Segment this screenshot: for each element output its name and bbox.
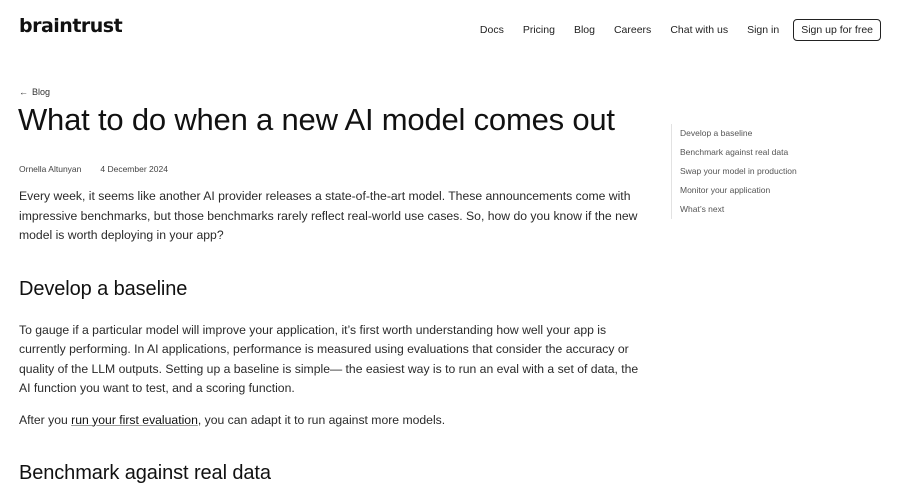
- arrow-left-icon: ←: [19, 87, 28, 97]
- nav-careers[interactable]: Careers: [614, 24, 651, 36]
- back-label: Blog: [32, 87, 51, 97]
- intro-paragraph: Every week, it seems like another AI pro…: [19, 189, 638, 242]
- nav-docs[interactable]: Docs: [480, 24, 504, 36]
- section-heading-benchmark: Benchmark against real data: [19, 462, 271, 484]
- article-meta: Ornella Altunyan 4 December 2024: [19, 164, 168, 174]
- toc-item-monitor[interactable]: Monitor your application: [680, 181, 871, 200]
- para-text-suffix: , you can adapt it to run against more m…: [197, 412, 446, 427]
- braintrust-logo[interactable]: braintrust: [19, 15, 123, 37]
- section-heading-baseline: Develop a baseline: [19, 277, 188, 300]
- nav-chat[interactable]: Chat with us: [670, 24, 728, 36]
- nav-blog[interactable]: Blog: [574, 24, 595, 36]
- article-title: What to do when a new AI model comes out: [18, 102, 615, 137]
- toc-item-benchmark[interactable]: Benchmark against real data: [680, 143, 871, 162]
- author-name[interactable]: Ornella Altunyan: [19, 164, 81, 174]
- top-nav: braintrust Docs Pricing Blog Careers Cha…: [0, 0, 900, 58]
- para-text-prefix: After you: [19, 412, 72, 427]
- toc-item-swap-model[interactable]: Swap your model in production: [680, 162, 871, 181]
- baseline-paragraph: To gauge if a particular model will impr…: [19, 322, 639, 396]
- toc-item-develop-baseline[interactable]: Develop a baseline: [680, 124, 871, 143]
- baseline-paragraph-2: After you run your first evaluation, you…: [19, 411, 644, 431]
- sign-up-button[interactable]: Sign up for free: [793, 19, 881, 41]
- back-to-blog-link[interactable]: ← Blog: [19, 87, 50, 97]
- article-body: Every week, it seems like another AI pro…: [19, 187, 644, 484]
- nav-links: Docs Pricing Blog Careers Chat with us S…: [480, 19, 881, 41]
- nav-pricing[interactable]: Pricing: [523, 24, 555, 36]
- nav-sign-in[interactable]: Sign in: [747, 24, 779, 36]
- toc-item-whats-next[interactable]: What’s next: [680, 200, 871, 219]
- publish-date: 4 December 2024: [100, 164, 168, 174]
- table-of-contents: Develop a baseline Benchmark against rea…: [671, 124, 871, 219]
- run-first-evaluation-link[interactable]: run your first evaluation: [71, 413, 198, 427]
